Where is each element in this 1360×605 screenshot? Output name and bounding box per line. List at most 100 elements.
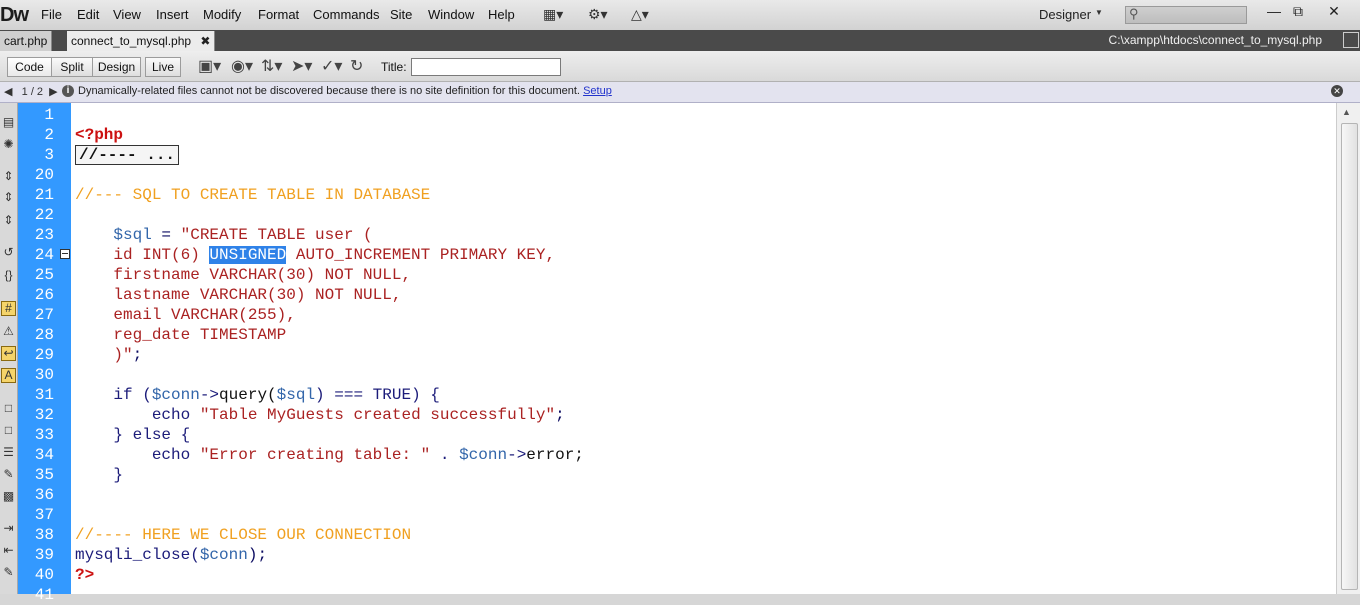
file-management-icon[interactable]: ⇅▾ (261, 56, 282, 76)
info-message-text: Dynamically-related files cannot not be … (78, 85, 580, 97)
code-token: <?php (75, 126, 124, 144)
folded-code-block[interactable]: //---- ... (75, 145, 180, 165)
code-token: $sql (113, 226, 152, 244)
info-message: Dynamically-related files cannot not be … (78, 85, 612, 97)
menu-commands[interactable]: Commands (313, 7, 379, 22)
restore-icon[interactable] (1343, 32, 1359, 48)
search-icon: ⚲ (1129, 6, 1139, 21)
setup-link[interactable]: Setup (583, 85, 612, 97)
code-token: $conn (199, 546, 248, 564)
code-token: $conn (151, 386, 200, 404)
line-number: 22 (34, 206, 54, 224)
code-token: id INT(6) (75, 246, 210, 264)
line-number: 35 (34, 466, 54, 484)
code-editor[interactable]: <?php//---- ... //--- SQL TO CREATE TABLE… (71, 103, 1336, 594)
code-token: -> (507, 446, 527, 464)
refresh-icon[interactable]: ↻ (350, 56, 363, 76)
line-number: 20 (34, 166, 54, 184)
scroll-up-icon[interactable]: ▲ (1342, 107, 1351, 117)
code-line: } (75, 465, 123, 485)
inspect-icon[interactable]: ➤▾ (291, 56, 312, 76)
code-line: firstname VARCHAR(30) NOT NULL, (75, 265, 411, 285)
validate-icon[interactable]: ✓▾ (321, 56, 342, 76)
tab-label: cart.php (4, 34, 48, 48)
split-view-button[interactable]: Split (51, 57, 93, 77)
menu-edit[interactable]: Edit (77, 7, 99, 22)
menu-help[interactable]: Help (488, 7, 515, 22)
code-line: echo "Error creating table: " . $conn->e… (75, 445, 584, 465)
line-number: 1 (44, 106, 54, 124)
menu-modify[interactable]: Modify (203, 7, 241, 22)
info-bar-nav[interactable]: ◀ 1 / 2 ▶ (4, 85, 58, 98)
line-number: 2 (44, 126, 54, 144)
menu-format[interactable]: Format (258, 7, 299, 22)
menu-insert[interactable]: Insert (156, 7, 189, 22)
design-view-button[interactable]: Design (92, 57, 141, 77)
info-bar-counter: 1 / 2 (21, 86, 44, 98)
code-token: mysqli_close( (75, 546, 200, 564)
workspace-switcher[interactable]: Designer (1039, 7, 1091, 22)
code-token: ; (132, 346, 143, 364)
code-token: } (75, 466, 124, 484)
search-input[interactable]: ⚲ (1125, 6, 1247, 24)
menu-file[interactable]: File (41, 7, 62, 22)
line-number: 40 (34, 566, 54, 584)
site-icon[interactable]: △▾ (631, 6, 649, 23)
code-token: $sql (276, 386, 316, 404)
file-path: C:\xampp\htdocs\connect_to_mysql.php (1108, 33, 1322, 47)
code-token: error; (526, 446, 584, 464)
document-toolbar: Code Split Design Live ▣▾ ◉▾ ⇅▾ ➤▾ ✓▾ ↻ … (0, 51, 1360, 82)
code-token: ) === TRUE) { (315, 386, 440, 404)
close-icon[interactable]: ✕ (1331, 85, 1343, 97)
line-number: 28 (34, 326, 54, 344)
scrollbar-thumb[interactable] (1341, 123, 1358, 590)
close-icon[interactable]: ✖ (200, 34, 210, 48)
chevron-down-icon[interactable]: ▼ (1095, 8, 1103, 17)
code-token: //--- SQL TO CREATE TABLE IN DATABASE (75, 186, 431, 204)
multiscreen-icon[interactable]: ▣▾ (198, 56, 221, 76)
menu-site[interactable]: Site (390, 7, 412, 22)
preview-browser-icon[interactable]: ◉▾ (231, 56, 253, 76)
title-field[interactable] (411, 58, 561, 76)
menu-view[interactable]: View (113, 7, 141, 22)
layout-icon[interactable]: ▦▾ (543, 6, 563, 23)
code-line: mysqli_close($conn); (75, 545, 267, 565)
line-number: 38 (34, 526, 54, 544)
line-number: 30 (34, 366, 54, 384)
code-line: //---- ... (75, 145, 180, 165)
line-number: 29 (34, 346, 54, 364)
close-button[interactable]: ✕ (1322, 2, 1346, 22)
code-line: echo "Table MyGuests created successfull… (75, 405, 565, 425)
code-token: ); (247, 546, 268, 564)
line-number: 23 (34, 226, 54, 244)
line-number: 39 (34, 546, 54, 564)
line-number: 26 (34, 286, 54, 304)
code-token: echo (75, 446, 200, 464)
code-line: lastname VARCHAR(30) NOT NULL, (75, 285, 401, 305)
code-token: lastname VARCHAR(30) NOT NULL, (75, 286, 402, 304)
code-token: echo (75, 406, 200, 424)
code-line: ?> (75, 565, 94, 585)
maximize-button[interactable]: ⧉ (1286, 2, 1310, 22)
code-line: } else { (75, 425, 190, 445)
line-number: 32 (34, 406, 54, 424)
tab-cart[interactable]: cart.php (0, 31, 53, 51)
line-number: 33 (34, 426, 54, 444)
tab-connect-to-mysql[interactable]: connect_to_mysql.php ✖ (67, 31, 216, 51)
live-view-button[interactable]: Live (145, 57, 181, 77)
code-line: <?php (75, 125, 123, 145)
code-token: "CREATE TABLE user ( (180, 226, 373, 244)
gear-icon[interactable]: ⚙▾ (588, 6, 608, 23)
minimize-button[interactable]: — (1262, 2, 1286, 22)
code-view-button[interactable]: Code (7, 57, 52, 77)
line-number: 36 (34, 486, 54, 504)
code-token: $conn (459, 446, 508, 464)
title-label: Title: (381, 60, 407, 74)
code-token: query( (219, 386, 277, 404)
fold-collapse-icon[interactable] (60, 249, 70, 259)
menu-bar: Dw File Edit View Insert Modify Format C… (0, 0, 1360, 31)
code-token: firstname VARCHAR(30) NOT NULL, (75, 266, 412, 284)
menu-window[interactable]: Window (428, 7, 474, 22)
vertical-scrollbar[interactable]: ▲ (1336, 103, 1360, 594)
